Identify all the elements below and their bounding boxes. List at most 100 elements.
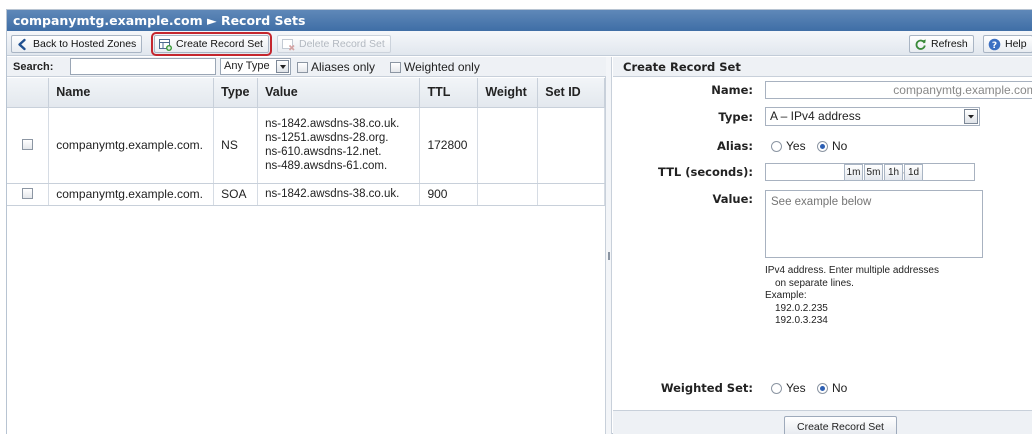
value-cell: ns-1842.awsdns-38.co.uk. ns-1251.awsdns-… — [257, 107, 421, 184]
name-cell: companymtg.example.com. — [48, 183, 215, 206]
weighted-yes-label: Yes — [786, 381, 806, 395]
table-row[interactable]: companymtg.example.com. SOA ns-1842.awsd… — [7, 183, 605, 206]
back-to-hosted-zones-button[interactable]: Back to Hosted Zones — [11, 35, 143, 53]
alias-label: Alias: — [717, 139, 753, 153]
name-cell: companymtg.example.com. — [48, 107, 215, 184]
svg-text:?: ? — [992, 40, 997, 50]
record-type-select[interactable]: A – IPv4 address — [765, 107, 980, 126]
set-id-cell — [537, 107, 605, 184]
table-header-row: Name Type Value TTL Weight Set ID — [7, 78, 605, 108]
splitter-grip-icon — [608, 252, 610, 260]
help-icon: ? — [988, 38, 1001, 51]
alias-yes-label: Yes — [786, 139, 806, 153]
type-label: Type: — [718, 110, 753, 124]
record-type-value: A – IPv4 address — [770, 109, 861, 123]
aliases-only-option[interactable]: Aliases only — [297, 60, 375, 74]
value-hint: IPv4 address. Enter multiple addresses o… — [765, 265, 939, 328]
hint-line: Example: — [765, 290, 807, 301]
aliases-only-checkbox[interactable] — [297, 61, 308, 73]
delete-record-icon — [282, 38, 295, 51]
select-column-header — [7, 78, 50, 108]
name-column-header[interactable]: Name — [48, 78, 215, 108]
row-checkbox[interactable] — [22, 139, 34, 150]
alias-no-option[interactable]: No — [817, 139, 847, 153]
weighted-yes-radio[interactable] — [771, 382, 782, 394]
toolbar: Back to Hosted Zones Create Record Set D… — [7, 31, 1032, 56]
ttl-label: TTL (seconds): — [657, 165, 753, 179]
value-line: ns-489.awsdns-61.com. — [265, 160, 388, 172]
help-button[interactable]: ? Help — [983, 35, 1032, 53]
hint-line: 192.0.3.234 — [775, 315, 828, 326]
value-column-header[interactable]: Value — [257, 78, 421, 108]
search-label: Search: — [13, 61, 54, 73]
chevron-down-icon — [964, 109, 978, 124]
row-select-cell — [7, 183, 50, 206]
ttl-preset-1h-button[interactable]: 1h — [884, 164, 903, 181]
weight-cell — [477, 107, 539, 184]
back-arrow-icon — [16, 38, 29, 51]
value-line: ns-610.awsdns-12.net. — [265, 146, 382, 158]
name-label: Name: — [711, 83, 753, 97]
value-line: ns-1842.awsdns-38.co.uk. — [265, 118, 400, 130]
value-line: ns-1842.awsdns-38.co.uk. — [265, 188, 400, 200]
type-cell: NS — [213, 107, 259, 184]
help-button-label: Help — [1005, 38, 1027, 50]
record-sets-list-pane: Search: Any Type Aliases only Weighted o… — [7, 57, 606, 434]
weight-column-header[interactable]: Weight — [477, 78, 539, 108]
ttl-cell: 172800 — [419, 107, 479, 184]
table-row[interactable]: companymtg.example.com. NS ns-1842.awsdn… — [7, 107, 605, 184]
value-line: ns-1251.awsdns-28.org. — [265, 132, 389, 144]
submit-create-record-set-button[interactable]: Create Record Set — [784, 416, 897, 434]
record-type-filter-select[interactable]: Any Type — [220, 58, 291, 75]
ttl-preset-5m-button[interactable]: 5m — [864, 164, 883, 181]
weighted-only-option[interactable]: Weighted only — [390, 60, 480, 74]
refresh-button[interactable]: Refresh — [909, 35, 974, 53]
weighted-no-label: No — [832, 381, 848, 395]
record-type-filter-value: Any Type — [224, 60, 270, 72]
row-checkbox[interactable] — [22, 188, 34, 199]
weight-cell — [477, 183, 539, 206]
refresh-icon — [914, 38, 927, 51]
weighted-no-radio[interactable] — [817, 382, 828, 394]
aliases-only-label: Aliases only — [311, 60, 376, 74]
name-field[interactable] — [765, 81, 1032, 99]
weighted-set-label: Weighted Set: — [660, 381, 753, 395]
ttl-column-header[interactable]: TTL — [419, 78, 479, 108]
ttl-preset-1m-button[interactable]: 1m — [844, 164, 863, 181]
alias-yes-radio[interactable] — [771, 140, 782, 152]
panel-heading: Create Record Set — [613, 57, 1032, 77]
create-record-set-button[interactable]: Create Record Set — [151, 32, 272, 56]
delete-button-label: Delete Record Set — [299, 38, 385, 50]
row-select-cell — [7, 107, 50, 184]
delete-record-set-button[interactable]: Delete Record Set — [277, 35, 391, 53]
search-bar: Search: Any Type Aliases only Weighted o… — [7, 57, 606, 77]
hint-line: 192.0.2.235 — [775, 302, 828, 314]
weighted-only-label: Weighted only — [404, 60, 480, 74]
weighted-no-option[interactable]: No — [817, 381, 847, 395]
alias-yes-option[interactable]: Yes — [771, 139, 806, 153]
alias-no-radio[interactable] — [817, 140, 828, 152]
value-textarea[interactable] — [765, 190, 983, 258]
search-input[interactable] — [70, 58, 216, 75]
chevron-down-icon — [276, 60, 289, 73]
alias-no-label: No — [832, 139, 848, 153]
pane-splitter[interactable] — [606, 57, 612, 434]
weighted-yes-option[interactable]: Yes — [771, 381, 806, 395]
value-label: Value: — [712, 192, 753, 206]
value-cell: ns-1842.awsdns-38.co.uk. — [257, 183, 421, 206]
ttl-cell: 900 — [419, 183, 479, 206]
refresh-button-label: Refresh — [931, 38, 968, 50]
record-sets-table: Name Type Value TTL Weight Set ID compan… — [7, 78, 605, 206]
hint-line: on separate lines. — [775, 277, 854, 289]
set-id-column-header[interactable]: Set ID — [537, 78, 605, 108]
create-record-icon — [159, 38, 172, 51]
type-column-header[interactable]: Type — [213, 78, 259, 108]
record-sets-window: companymtg.example.com ► Record Sets Bac… — [6, 9, 1032, 434]
window-title: companymtg.example.com ► Record Sets — [7, 10, 1032, 31]
back-button-label: Back to Hosted Zones — [33, 38, 137, 50]
type-cell: SOA — [213, 183, 259, 206]
ttl-preset-1d-button[interactable]: 1d — [904, 164, 923, 181]
hint-line: IPv4 address. Enter multiple addresses — [765, 265, 939, 276]
weighted-only-checkbox[interactable] — [390, 61, 401, 73]
set-id-cell — [537, 183, 605, 206]
